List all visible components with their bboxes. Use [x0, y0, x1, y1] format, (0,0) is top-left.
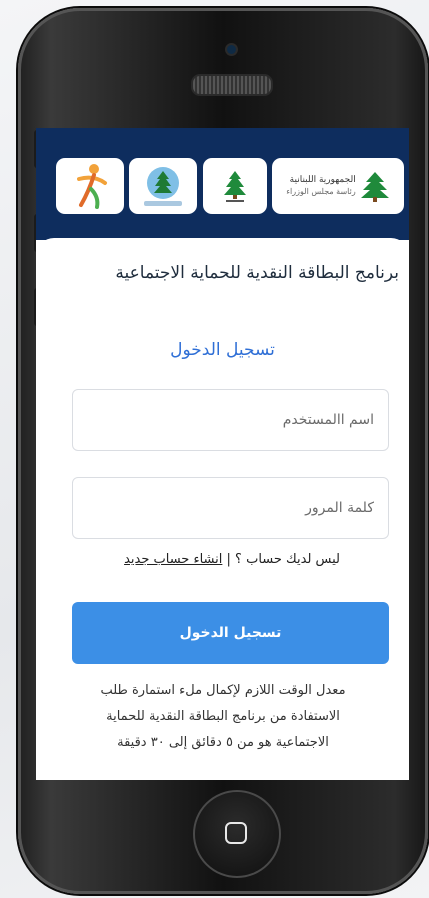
create-account-link[interactable]: انشاء حساب جديد — [124, 552, 222, 567]
home-button[interactable] — [193, 790, 281, 878]
username-input[interactable] — [72, 389, 389, 451]
no-account-text: ليس لديك حساب ؟ — [235, 552, 340, 567]
logo-caption-line2: رئاسة مجلس الوزراء — [286, 187, 356, 196]
password-input[interactable] — [72, 477, 389, 539]
time-estimate-note: معدل الوقت اللازم لإكمال ملء استمارة طلب… — [58, 678, 388, 756]
login-heading: تسجيل الدخول — [170, 340, 275, 360]
note-line-1: معدل الوقت اللازم لإكمال ملء استمارة طلب — [100, 683, 346, 698]
logo-header: الجمهورية اللبنانية رئاسة مجلس الوزراء — [36, 128, 409, 240]
front-camera — [227, 45, 236, 54]
logo-caption-line1: الجمهورية اللبنانية — [289, 175, 356, 185]
stick-figure-logo — [56, 158, 124, 214]
cedar-emblem-logo — [203, 158, 267, 214]
logo-caption: الجمهورية اللبنانية رئاسة مجلس الوزراء — [286, 174, 355, 198]
separator: | — [226, 552, 231, 567]
signup-prompt: ليس لديك حساب ؟ | انشاء حساب جديد — [70, 552, 340, 567]
lebanese-republic-logo: الجمهورية اللبنانية رئاسة مجلس الوزراء — [272, 158, 404, 214]
ministry-emblem-logo — [129, 158, 197, 214]
phone-screen: الجمهورية اللبنانية رئاسة مجلس الوزراء ب… — [36, 128, 409, 780]
figure-icon — [77, 164, 107, 209]
note-line-3: الاجتماعية هو من ٥ دقائق إلى ٣٠ دقيقة — [117, 735, 329, 750]
emblem-icon — [144, 167, 182, 206]
cedar-tree-icon — [360, 172, 389, 202]
home-square-icon — [225, 822, 247, 844]
note-line-2: الاستفادة من برنامج البطاقة النقدية للحم… — [106, 709, 340, 724]
login-card: برنامج البطاقة النقدية للحماية الاجتماعي… — [36, 238, 409, 780]
earpiece-speaker — [191, 74, 273, 96]
program-title: برنامج البطاقة النقدية للحماية الاجتماعي… — [115, 263, 399, 283]
login-button[interactable]: تسجيل الدخول — [72, 602, 389, 664]
small-cedar-icon — [224, 171, 246, 202]
